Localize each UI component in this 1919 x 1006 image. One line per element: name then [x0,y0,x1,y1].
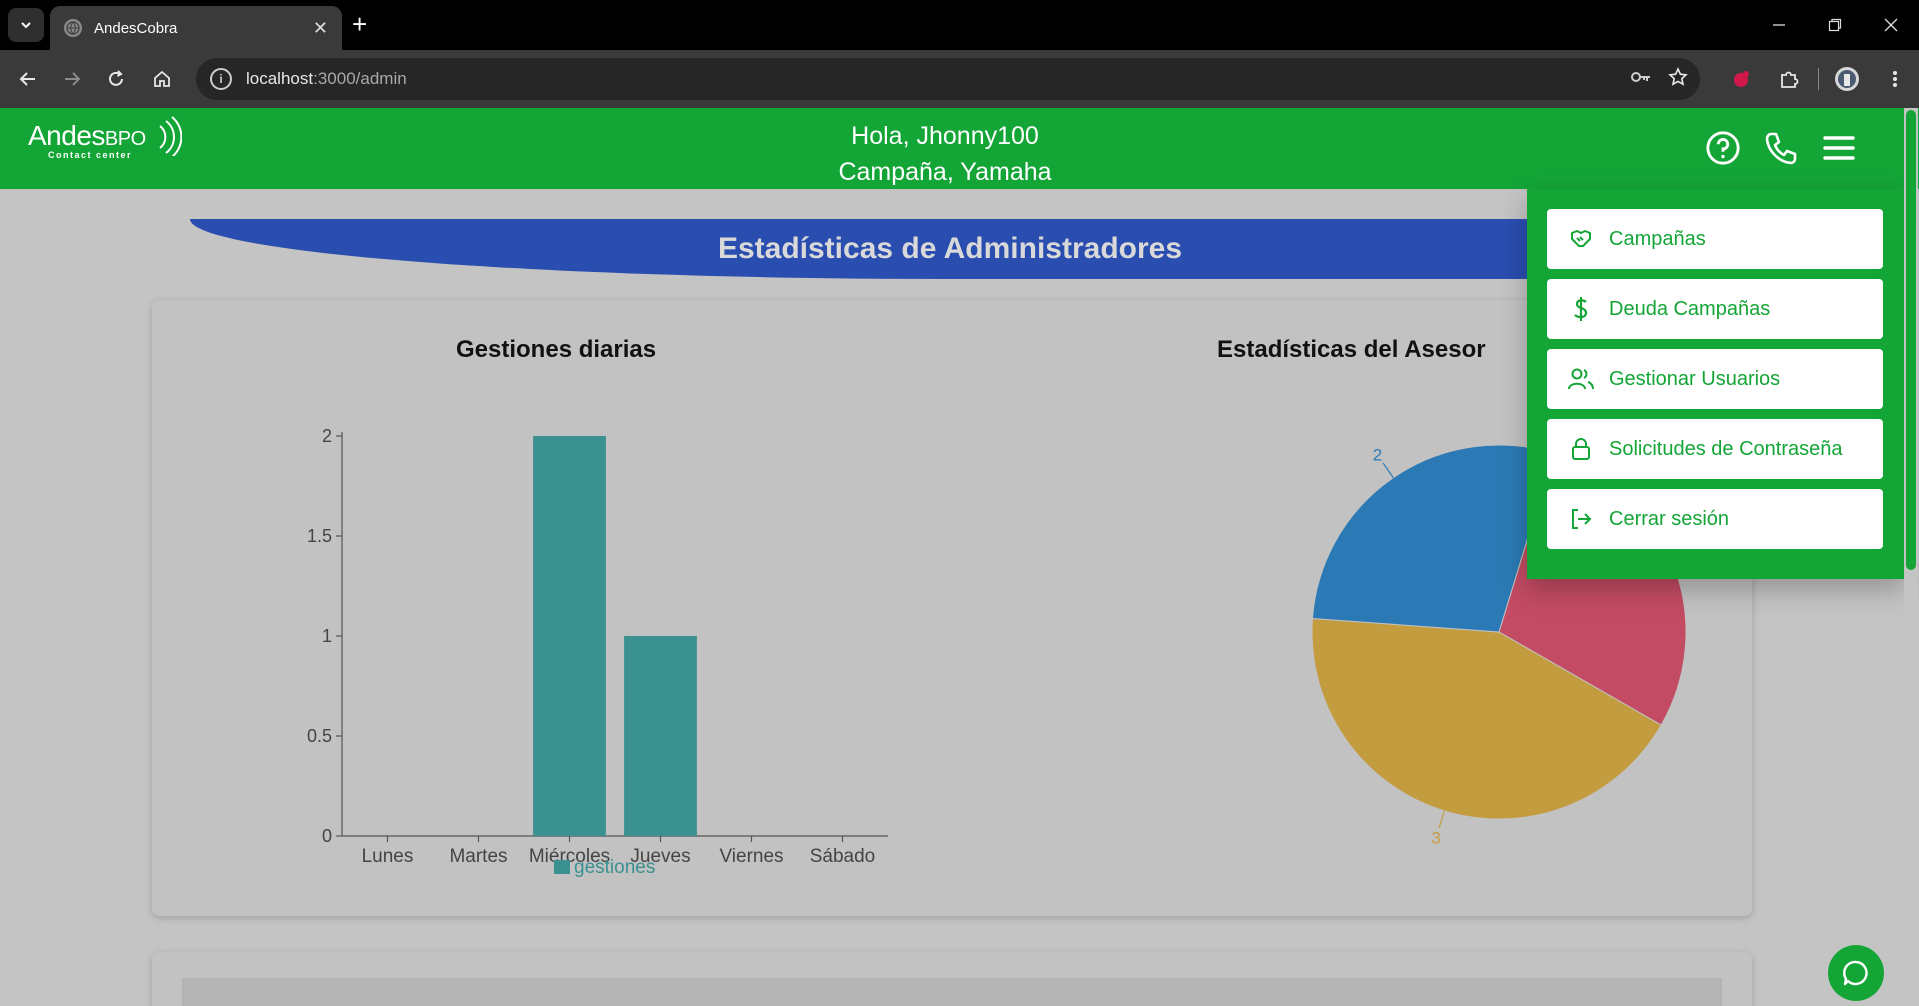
home-icon[interactable] [146,63,178,95]
menu-item-solicitudes-contrasena[interactable]: Solicitudes de Contraseña [1547,419,1883,479]
minimize-icon[interactable] [1751,0,1807,50]
forward-icon[interactable] [56,63,88,95]
menu-item-label: Solicitudes de Contraseña [1609,437,1843,460]
globe-icon [64,19,82,37]
pie-chart-title: Estadísticas del Asesor [1217,336,1486,363]
y-tick-label: 2 [322,426,332,446]
bar [624,636,697,836]
greeting-text: Hola, Jhonny100 [851,122,1039,150]
pie-label-line [1382,462,1394,479]
y-tick-label: 1.5 [307,526,332,546]
campaign-text: Campaña, Yamaha [838,158,1052,186]
new-tab-button[interactable]: + [352,10,367,38]
stats-card: Gestiones diarias Estadísticas del Aseso… [152,300,1752,916]
app-header: AndesBPO Contact center Hola, Jhonny100 … [0,108,1919,189]
menu-item-label: Campañas [1609,227,1706,250]
bar [533,436,606,836]
secondary-card [152,952,1752,1006]
chevron-down-icon [21,22,31,29]
restore-icon[interactable] [1807,0,1863,50]
browser-toolbar: i localhost:3000/admin [0,50,1919,108]
lock-icon [1567,435,1595,463]
browser-menu-icon[interactable] [1871,50,1919,108]
extension-record-icon[interactable] [1717,50,1765,108]
y-tick-label: 1 [322,626,332,646]
tab-list-button[interactable] [8,8,44,42]
page-scrollbar[interactable] [1904,108,1918,1006]
legend-swatch [554,860,570,874]
x-tick-label: Viernes [719,846,783,867]
menu-item-label: Gestionar Usuarios [1609,367,1781,390]
legend-label: gestiones [574,857,655,878]
address-bar[interactable]: i localhost:3000/admin [196,58,1700,100]
url-host: localhost [246,69,314,88]
pie-label-line [1438,810,1445,829]
x-tick-label: Sábado [810,846,876,867]
admin-dropdown-menu: Campañas Deuda Campañas Gestionar Usuari… [1527,189,1905,579]
menu-item-cerrar-sesion[interactable]: Cerrar sesión [1547,489,1883,549]
banner-title: Estadísticas de Administradores [717,232,1183,265]
pie-slice-label: 2 [1373,446,1382,465]
tab-title: AndesCobra [94,19,178,37]
extensions-puzzle-icon[interactable] [1765,50,1813,108]
dollar-icon [1567,295,1595,323]
bar-chart: 00.511.52Lunes Martes Miércoles Jueves Viern… [307,426,888,878]
handshake-icon [1567,225,1595,253]
browser-tab-bar: AndesCobra ✕ + [0,0,1919,50]
menu-item-label: Deuda Campañas [1609,297,1771,320]
menu-item-gestionar-usuarios[interactable]: Gestionar Usuarios [1547,349,1883,409]
hamburger-menu-icon[interactable] [1821,128,1857,168]
site-info-icon[interactable]: i [210,68,232,90]
reload-icon[interactable] [100,63,132,95]
menu-item-deuda-campanas[interactable]: Deuda Campañas [1547,279,1883,339]
y-tick-label: 0 [322,826,332,846]
toolbar-right [1717,50,1919,108]
x-tick-label: Martes [449,846,507,867]
close-window-icon[interactable] [1863,0,1919,50]
x-tick-label: Lunes [362,846,414,867]
browser-tab[interactable]: AndesCobra ✕ [50,6,342,50]
menu-item-label: Cerrar sesión [1609,507,1730,530]
toolbar-divider [1813,50,1823,108]
scrollbar-thumb[interactable] [1906,110,1916,570]
users-icon [1567,365,1595,393]
pie-slice-label: 3 [1431,829,1440,848]
window-controls [1751,0,1919,50]
header-actions [1705,128,1857,168]
bookmark-star-icon[interactable] [1668,66,1688,92]
key-icon[interactable] [1630,69,1652,90]
profile-avatar[interactable] [1823,50,1871,108]
admin-stats-banner: Estadísticas de Administradores [190,219,1710,279]
chat-bubble-icon [1843,960,1868,986]
phone-icon[interactable] [1763,128,1799,168]
menu-item-campanas[interactable]: Campañas [1547,209,1883,269]
url-path: :3000/admin [313,69,407,88]
back-icon[interactable] [12,63,44,95]
greeting-block: Hola, Jhonny100 Campaña, Yamaha [0,118,1890,190]
y-tick-label: 0.5 [307,726,332,746]
logout-icon [1567,505,1595,533]
bar-chart-title: Gestiones diarias [456,336,657,363]
url-text: localhost:3000/admin [246,69,407,89]
secondary-card-panel [182,978,1722,1006]
chat-button[interactable] [1828,945,1884,1001]
help-icon[interactable] [1705,128,1741,168]
close-tab-icon[interactable]: ✕ [313,18,328,39]
